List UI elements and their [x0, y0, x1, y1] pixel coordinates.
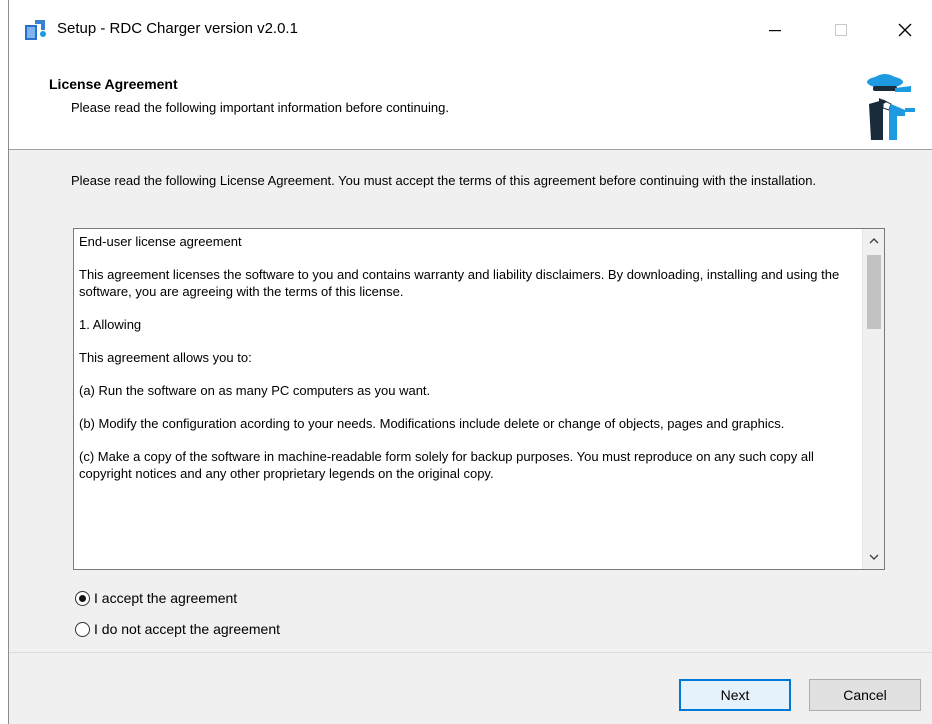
maximize-icon: [821, 12, 861, 48]
license-paragraph: This agreement allows you to:: [79, 350, 252, 365]
title-bar: Setup - RDC Charger version v2.0.1: [9, 0, 932, 60]
wizard-body: Please read the following License Agreem…: [9, 150, 932, 652]
license-text: End-user license agreement This agreemen…: [79, 233, 859, 498]
license-paragraph: (b) Modify the configuration acording to…: [79, 416, 785, 431]
license-paragraph: 1. Allowing: [79, 317, 142, 332]
next-button[interactable]: Next: [679, 679, 791, 711]
wizard-header: License Agreement Please read the follow…: [9, 60, 932, 150]
wizard-footer: Next Cancel: [9, 652, 932, 724]
accept-agreement-radio[interactable]: I accept the agreement: [75, 590, 237, 606]
chevron-up-icon[interactable]: [863, 231, 884, 251]
setup-window: Setup - RDC Charger version v2.0.1 Licen…: [8, 0, 932, 724]
radio-unselected-icon[interactable]: [75, 621, 90, 637]
reject-agreement-label: I do not accept the agreement: [94, 621, 281, 637]
chevron-down-icon[interactable]: [863, 547, 884, 567]
close-icon[interactable]: [885, 12, 925, 48]
page-subtitle: Please read the following important info…: [71, 100, 449, 115]
license-scrollbar[interactable]: [862, 229, 884, 569]
installer-icon: [23, 16, 49, 42]
scrollbar-thumb[interactable]: [867, 255, 881, 329]
license-intro: Please read the following License Agreem…: [71, 173, 817, 188]
license-paragraph: (a) Run the software on as many PC compu…: [79, 383, 431, 398]
window-title: Setup - RDC Charger version v2.0.1: [57, 20, 298, 37]
license-paragraph: This agreement licenses the software to …: [79, 267, 840, 299]
license-paragraph: End-user license agreement: [79, 234, 242, 249]
minimize-icon[interactable]: [755, 12, 795, 48]
license-text-box[interactable]: End-user license agreement This agreemen…: [73, 228, 885, 570]
reject-agreement-radio[interactable]: I do not accept the agreement: [75, 621, 280, 637]
page-title: License Agreement: [49, 76, 178, 92]
butler-logo-icon: [855, 64, 919, 144]
radio-selected-icon[interactable]: [75, 590, 90, 606]
cancel-button[interactable]: Cancel: [809, 679, 921, 711]
license-paragraph: (c) Make a copy of the software in machi…: [79, 449, 814, 481]
accept-agreement-label: I accept the agreement: [94, 590, 238, 606]
